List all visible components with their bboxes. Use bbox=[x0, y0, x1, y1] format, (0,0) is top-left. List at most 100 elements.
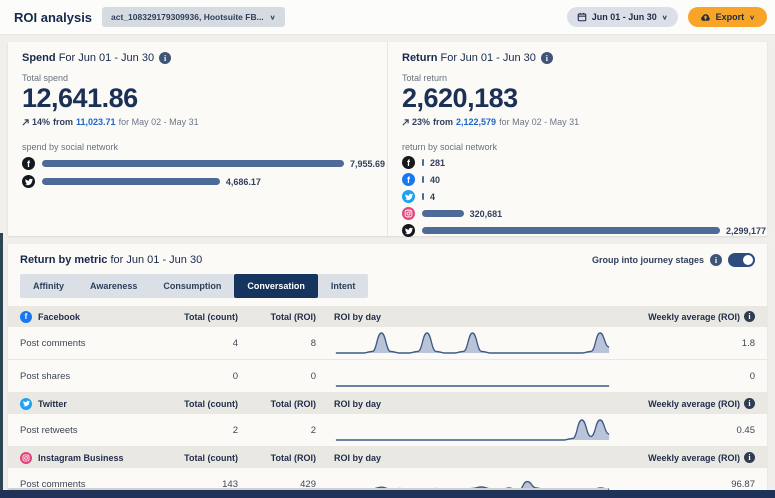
export-cloud-icon bbox=[700, 13, 711, 22]
journey-stages-toggle[interactable] bbox=[728, 253, 755, 267]
return-title: Return For Jun 01 - Jun 30 i bbox=[402, 52, 753, 64]
col-header-roi-by-day: ROI by day bbox=[334, 453, 617, 463]
return-prev-value-link[interactable]: 2,122,579 bbox=[456, 117, 496, 127]
group-header-instagram: Instagram Business Total (count) Total (… bbox=[8, 447, 767, 468]
return-bar-instagram: 320,681 bbox=[402, 207, 753, 220]
info-icon[interactable]: i bbox=[744, 452, 755, 463]
facebook-blue-icon: f bbox=[402, 173, 415, 186]
return-period: For Jun 01 - Jun 30 bbox=[441, 52, 536, 64]
metric-weekly-avg: 1.8 bbox=[617, 338, 755, 349]
info-icon[interactable]: i bbox=[541, 52, 553, 64]
date-range-picker[interactable]: Jun 01 - Jun 30 ∨ bbox=[567, 7, 678, 27]
return-bar-5 bbox=[422, 227, 720, 234]
info-icon[interactable]: i bbox=[744, 311, 755, 322]
tab-conversation[interactable]: Conversation bbox=[234, 274, 318, 298]
info-icon[interactable]: i bbox=[159, 52, 171, 64]
export-label: Export bbox=[716, 12, 745, 22]
spend-bar-twitter-value: 4,686.17 bbox=[226, 177, 261, 187]
table-row-tw-post-retweets: Post retweets 2 2 0.45 bbox=[8, 414, 767, 447]
chevron-down-icon: ∨ bbox=[662, 13, 668, 20]
metric-roi: 0 bbox=[238, 371, 316, 382]
weekly-header-label: Weekly average (ROI) bbox=[648, 453, 740, 463]
col-header-count: Total (count) bbox=[178, 312, 238, 322]
return-bar-twitter-dark: 2,299,177 bbox=[402, 224, 753, 237]
return-change-pct: 23% bbox=[412, 117, 430, 127]
metric-roi: 8 bbox=[238, 338, 316, 349]
metric-name: Post comments bbox=[20, 338, 178, 349]
top-bar: ROI analysis act_108329179309936, Hootsu… bbox=[0, 0, 775, 35]
spend-title: Spend For Jun 01 - Jun 30 i bbox=[22, 52, 373, 64]
group-name-cell: Twitter bbox=[20, 398, 178, 410]
table-row-ig-post-comments: Post comments 143 429 96.87 bbox=[8, 468, 767, 490]
return-prev-period: for May 02 - May 31 bbox=[499, 117, 579, 127]
group-header-facebook: f Facebook Total (count) Total (ROI) ROI… bbox=[8, 306, 767, 327]
tab-affinity[interactable]: Affinity bbox=[20, 274, 77, 298]
tab-awareness[interactable]: Awareness bbox=[77, 274, 150, 298]
roi-sparkline bbox=[334, 470, 617, 490]
spend-bar-twitter: 4,686.17 bbox=[22, 175, 373, 188]
spend-prev-period: for May 02 - May 31 bbox=[119, 117, 199, 127]
metric-name: Post shares bbox=[20, 371, 178, 382]
metric-weekly-avg: 96.87 bbox=[617, 479, 755, 490]
metric-weekly-avg: 0.45 bbox=[617, 425, 755, 436]
return-by-metric-card: Return by metric for Jun 01 - Jun 30 Gro… bbox=[8, 244, 767, 490]
col-header-weekly: Weekly average (ROI) i bbox=[617, 452, 755, 463]
return-bar-5-value: 2,299,177 bbox=[726, 226, 766, 236]
return-bar-2 bbox=[422, 176, 424, 183]
metric-name: Post retweets bbox=[20, 425, 178, 436]
spend-prev-value-link[interactable]: 11,023.71 bbox=[76, 117, 116, 127]
twitter-dark-icon bbox=[402, 224, 415, 237]
spend-return-card: Spend For Jun 01 - Jun 30 i Total spend … bbox=[8, 42, 767, 236]
metrics-header: Return by metric for Jun 01 - Jun 30 Gro… bbox=[8, 244, 767, 274]
spend-bar-facebook-bar bbox=[42, 160, 344, 167]
metrics-title: Return by metric for Jun 01 - Jun 30 bbox=[20, 254, 202, 266]
metric-weekly-avg: 0 bbox=[617, 371, 755, 382]
col-header-roi-by-day: ROI by day bbox=[334, 399, 617, 409]
account-dropdown-label: act_108329179309936, Hootsuite FB... bbox=[111, 12, 264, 22]
instagram-icon bbox=[20, 452, 32, 464]
col-header-count: Total (count) bbox=[178, 453, 238, 463]
roi-sparkline bbox=[334, 329, 617, 357]
info-icon[interactable]: i bbox=[710, 254, 722, 266]
weekly-header-label: Weekly average (ROI) bbox=[648, 312, 740, 322]
metric-count: 4 bbox=[178, 338, 238, 349]
return-bar-3 bbox=[422, 193, 424, 200]
return-bar-4-value: 320,681 bbox=[470, 209, 503, 219]
twitter-dark-icon bbox=[22, 175, 35, 188]
group-name-cell: f Facebook bbox=[20, 311, 178, 323]
return-change-from: from bbox=[433, 117, 453, 127]
spend-change-pct: 14% bbox=[32, 117, 50, 127]
export-button[interactable]: Export ∨ bbox=[688, 7, 767, 27]
return-bar-1-value: 281 bbox=[430, 158, 445, 168]
return-title-word: Return bbox=[402, 52, 437, 64]
group-header-twitter: Twitter Total (count) Total (ROI) ROI by… bbox=[8, 393, 767, 414]
group-name: Instagram Business bbox=[38, 453, 124, 463]
twitter-blue-icon bbox=[402, 190, 415, 203]
group-name: Twitter bbox=[38, 399, 67, 409]
twitter-blue-icon bbox=[20, 398, 32, 410]
col-header-roi-by-day: ROI by day bbox=[334, 312, 617, 322]
bottom-bar bbox=[0, 490, 775, 498]
spend-bar-facebook-value: 7,955.69 bbox=[350, 159, 385, 169]
col-header-weekly: Weekly average (ROI) i bbox=[617, 311, 755, 322]
account-dropdown[interactable]: act_108329179309936, Hootsuite FB... ∨ bbox=[102, 7, 284, 27]
total-return-label: Total return bbox=[402, 73, 753, 83]
tab-consumption[interactable]: Consumption bbox=[150, 274, 234, 298]
return-bar-facebook-dark: f 281 bbox=[402, 156, 753, 169]
metrics-period: for Jun 01 - Jun 30 bbox=[110, 254, 202, 266]
col-header-weekly: Weekly average (ROI) i bbox=[617, 398, 755, 409]
spend-period: For Jun 01 - Jun 30 bbox=[59, 52, 154, 64]
tab-intent[interactable]: Intent bbox=[318, 274, 369, 298]
metric-roi: 2 bbox=[238, 425, 316, 436]
facebook-dark-icon: f bbox=[402, 156, 415, 169]
chevron-down-icon: ∨ bbox=[270, 13, 276, 20]
col-header-count: Total (count) bbox=[178, 399, 238, 409]
date-range-label: Jun 01 - Jun 30 bbox=[592, 12, 657, 22]
table-row-fb-post-shares: Post shares 0 0 0 bbox=[8, 360, 767, 393]
return-bar-2-value: 40 bbox=[430, 175, 440, 185]
total-spend-label: Total spend bbox=[22, 73, 373, 83]
journey-stages-toggle-wrap: Group into journey stages i bbox=[592, 253, 755, 267]
col-header-roi: Total (ROI) bbox=[238, 399, 316, 409]
info-icon[interactable]: i bbox=[744, 398, 755, 409]
col-header-roi: Total (ROI) bbox=[238, 312, 316, 322]
